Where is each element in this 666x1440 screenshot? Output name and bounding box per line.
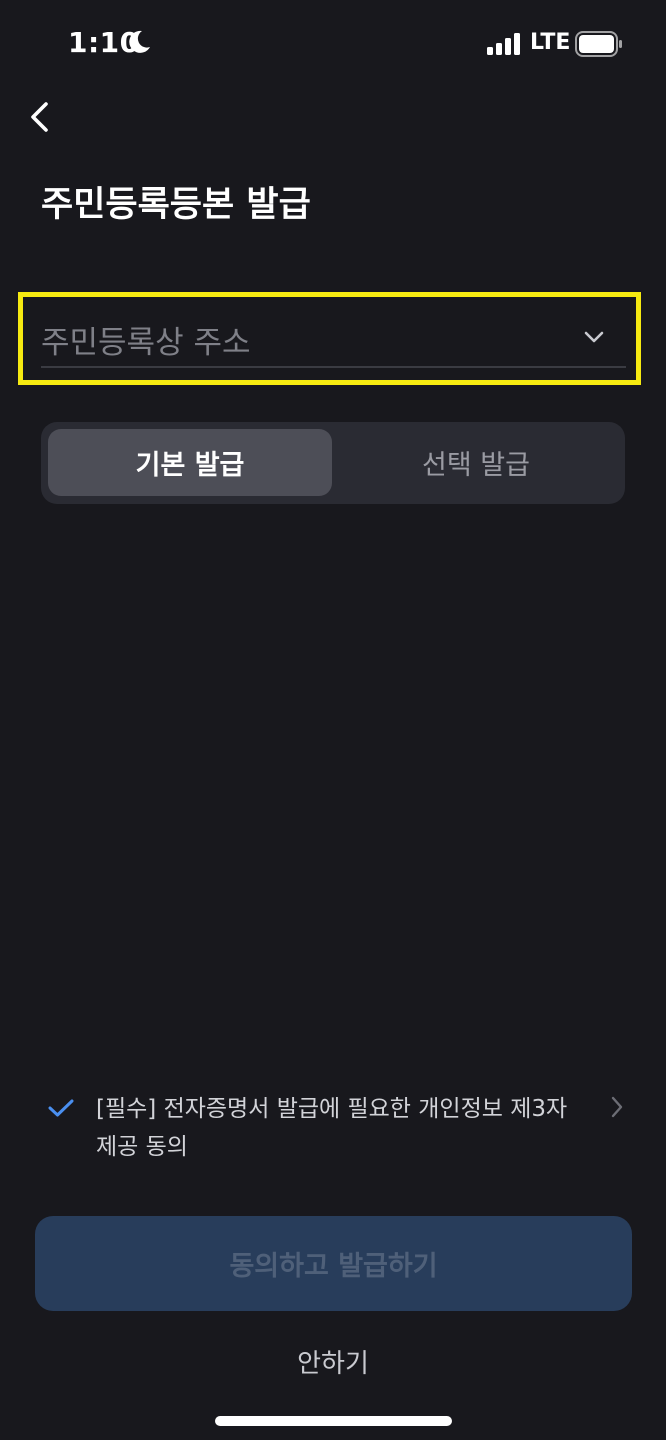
check-icon[interactable] — [48, 1098, 74, 1118]
signal-icon — [487, 33, 520, 55]
address-placeholder: 주민등록상 주소 — [41, 325, 251, 361]
consent-line-2: 제공 동의 — [96, 1134, 188, 1160]
tab-selective-issue[interactable]: 선택 발급 — [334, 429, 618, 496]
battery-icon — [575, 31, 622, 57]
moon-icon — [129, 30, 150, 53]
chevron-right-icon[interactable] — [610, 1096, 624, 1118]
agree-and-issue-button[interactable]: 동의하고 발급하기 — [35, 1216, 632, 1311]
address-dropdown[interactable]: 주민등록상 주소 — [18, 292, 641, 385]
issue-type-toggle: 기본 발급 선택 발급 — [41, 422, 625, 504]
consent-row[interactable]: [필수] 전자증명서 발급에 필요한 개인정보 제3자 제공 동의 — [48, 1090, 638, 1170]
back-chevron-icon[interactable] — [24, 100, 58, 134]
chevron-down-icon[interactable] — [584, 330, 604, 344]
home-indicator[interactable] — [215, 1416, 452, 1426]
status-bar: 1:10 LTE — [0, 0, 666, 90]
network-label: LTE — [530, 30, 571, 55]
consent-line-1: [필수] 전자증명서 발급에 필요한 개인정보 제3자 — [96, 1096, 568, 1122]
tab-basic-issue[interactable]: 기본 발급 — [48, 429, 332, 496]
decline-button[interactable]: 안하기 — [0, 1343, 666, 1383]
consent-text: [필수] 전자증명서 발급에 필요한 개인정보 제3자 제공 동의 — [96, 1090, 586, 1166]
address-underline — [41, 366, 626, 368]
page-title: 주민등록등본 발급 — [41, 185, 311, 225]
